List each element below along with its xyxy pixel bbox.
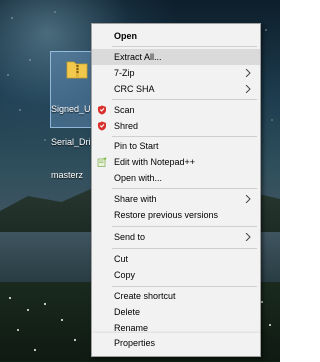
menu-item-label: Copy	[114, 270, 136, 280]
menu-item-properties[interactable]: Properties	[92, 335, 260, 351]
menu-separator	[112, 226, 257, 227]
menu-item-label: Properties	[114, 338, 156, 348]
context-menu: Open Extract All... 7-Zip CRC SHA Scan S…	[91, 23, 261, 338]
notepadpp-icon	[97, 157, 107, 167]
menu-separator	[112, 286, 257, 287]
chevron-right-icon	[245, 69, 251, 77]
chevron-right-icon	[245, 233, 251, 241]
menu-item-create-shortcut[interactable]: Create shortcut	[92, 288, 260, 304]
menu-item-label: Share with	[114, 194, 157, 204]
zip-folder-icon	[66, 61, 88, 79]
menu-item-delete[interactable]: Delete	[92, 304, 260, 320]
menu-item-share-with[interactable]: Share with	[92, 191, 260, 207]
menu-item-open[interactable]: Open	[92, 28, 260, 44]
menu-item-shred[interactable]: Shred	[92, 118, 260, 134]
menu-item-edit-notepadpp[interactable]: Edit with Notepad++	[92, 154, 260, 170]
menu-separator	[112, 46, 257, 47]
menu-item-label: Send to	[114, 232, 146, 242]
menu-item-label: Pin to Start	[114, 141, 159, 151]
menu-item-label: Open	[114, 31, 138, 41]
chevron-right-icon	[245, 195, 251, 203]
menu-item-label: Shred	[114, 121, 139, 131]
menu-separator	[112, 188, 257, 189]
menu-separator	[112, 248, 257, 249]
menu-item-7zip[interactable]: 7-Zip	[92, 65, 260, 81]
menu-item-open-with[interactable]: Open with...	[92, 170, 260, 186]
menu-item-copy[interactable]: Copy	[92, 267, 260, 283]
menu-item-scan[interactable]: Scan	[92, 102, 260, 118]
menu-item-label: Cut	[114, 254, 129, 264]
menu-item-label: Edit with Notepad++	[114, 157, 196, 167]
chevron-right-icon	[245, 85, 251, 93]
menu-item-label: Restore previous versions	[114, 210, 219, 220]
menu-item-send-to[interactable]: Send to	[92, 229, 260, 245]
menu-item-label: Scan	[114, 105, 135, 115]
shield-icon	[98, 105, 106, 115]
shield-icon	[98, 121, 106, 131]
menu-separator	[112, 99, 257, 100]
menu-item-extract-all[interactable]: Extract All...	[92, 49, 260, 65]
menu-item-label: Create shortcut	[114, 291, 176, 301]
menu-item-label: CRC SHA	[114, 84, 155, 94]
menu-item-label: Delete	[114, 307, 141, 317]
menu-item-label: 7-Zip	[114, 68, 135, 78]
menu-item-restore-previous-versions[interactable]: Restore previous versions	[92, 207, 260, 223]
menu-item-cut[interactable]: Cut	[92, 251, 260, 267]
menu-item-crc-sha[interactable]: CRC SHA	[92, 81, 260, 97]
menu-item-pin-to-start[interactable]: Pin to Start	[92, 138, 260, 154]
context-menu-tail: Properties	[91, 333, 261, 357]
menu-item-label: Open with...	[114, 173, 163, 183]
menu-separator	[112, 136, 257, 137]
menu-item-label: Extract All...	[114, 52, 162, 62]
